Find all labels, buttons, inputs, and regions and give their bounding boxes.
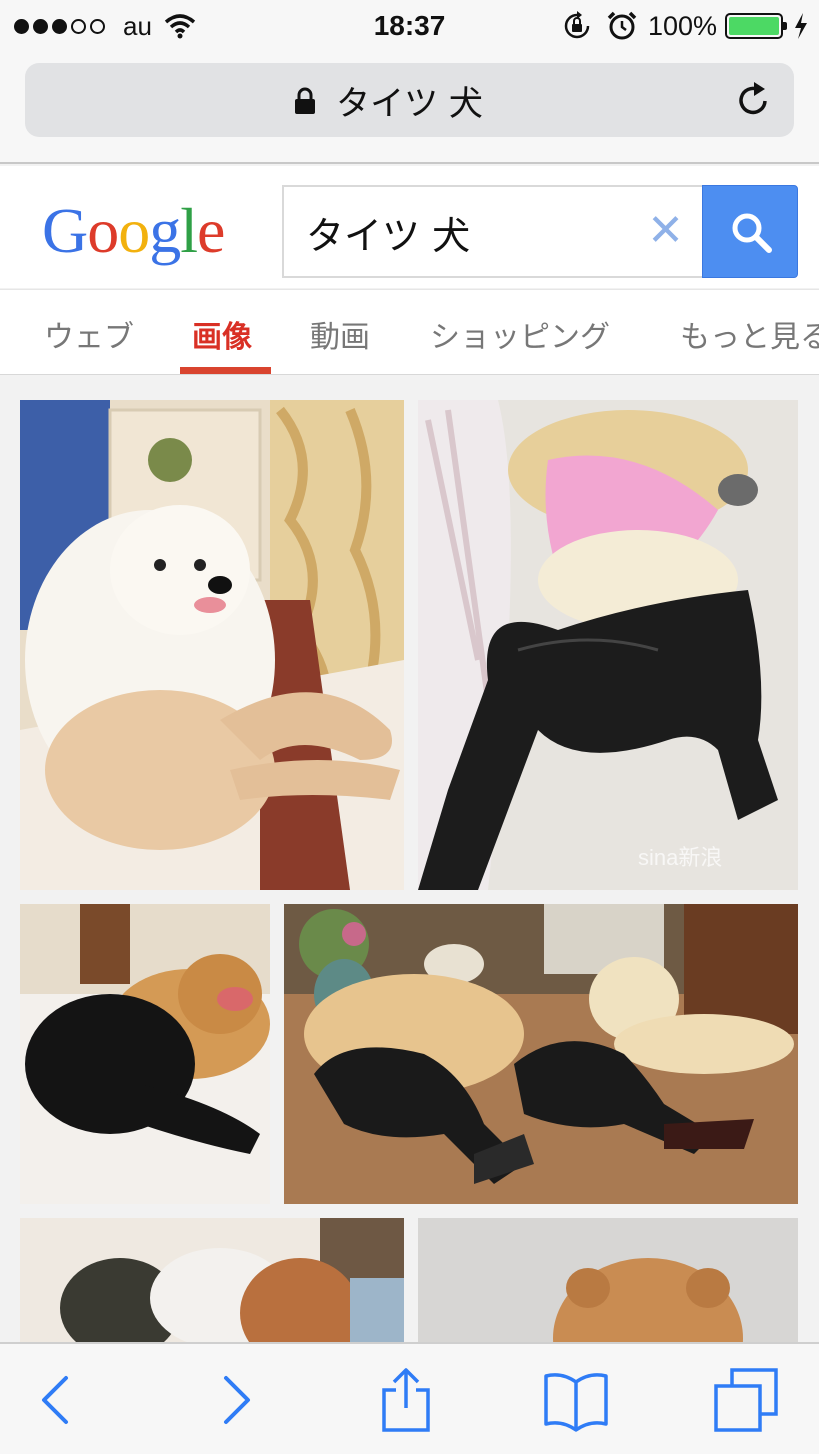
search-icon <box>732 213 772 253</box>
address-bar[interactable]: タイツ 犬 <box>25 63 794 137</box>
search-input[interactable] <box>306 207 626 257</box>
back-icon[interactable] <box>24 1368 88 1432</box>
reload-icon[interactable] <box>732 79 774 121</box>
alarm-icon <box>607 11 637 40</box>
result-image <box>418 1218 798 1342</box>
image-result[interactable] <box>20 1218 404 1342</box>
image-result[interactable] <box>418 1218 798 1342</box>
search-button[interactable] <box>702 185 798 278</box>
tab-shopping[interactable]: ショッピング <box>430 312 610 356</box>
image-watermark: sina新浪 <box>638 845 722 870</box>
image-result[interactable] <box>20 904 270 1204</box>
image-result[interactable]: sina新浪 <box>418 400 798 890</box>
search-box[interactable]: ✕ <box>282 185 702 278</box>
share-icon[interactable] <box>374 1368 438 1432</box>
image-results-grid: sina新浪 <box>0 376 819 1342</box>
google-logo[interactable]: Google <box>42 194 225 268</box>
status-right: 100% <box>562 9 809 43</box>
address-text[interactable]: タイツ 犬 <box>25 76 794 125</box>
clear-icon[interactable]: ✕ <box>647 209 684 253</box>
rotation-lock-icon <box>564 11 590 39</box>
tab-web[interactable]: ウェブ <box>44 312 134 356</box>
tab-more[interactable]: もっと見る <box>680 312 819 356</box>
forward-icon[interactable] <box>204 1368 268 1432</box>
active-tab-indicator <box>180 367 271 374</box>
battery-icon <box>725 13 787 39</box>
result-image <box>284 904 798 1204</box>
battery-percent: 100% <box>647 10 717 41</box>
image-result[interactable] <box>284 904 798 1204</box>
charging-icon <box>795 13 807 39</box>
browser-toolbar <box>0 1342 819 1454</box>
image-result[interactable] <box>20 400 404 890</box>
browser-address-area: タイツ 犬 <box>0 52 819 164</box>
search-tabs: ウェブ 画像 動画 ショッピング もっと見る <box>0 289 819 375</box>
bookmarks-icon[interactable] <box>544 1368 608 1432</box>
result-image <box>20 904 270 1204</box>
result-image <box>20 1218 404 1342</box>
result-image: sina新浪 <box>418 400 798 890</box>
google-header: Google ✕ <box>0 166 819 288</box>
tabs-icon[interactable] <box>714 1368 778 1432</box>
tab-images[interactable]: 画像 <box>192 312 252 356</box>
result-image <box>20 400 404 890</box>
tab-videos[interactable]: 動画 <box>310 312 370 356</box>
status-bar: au 18:37 100% <box>0 0 819 52</box>
